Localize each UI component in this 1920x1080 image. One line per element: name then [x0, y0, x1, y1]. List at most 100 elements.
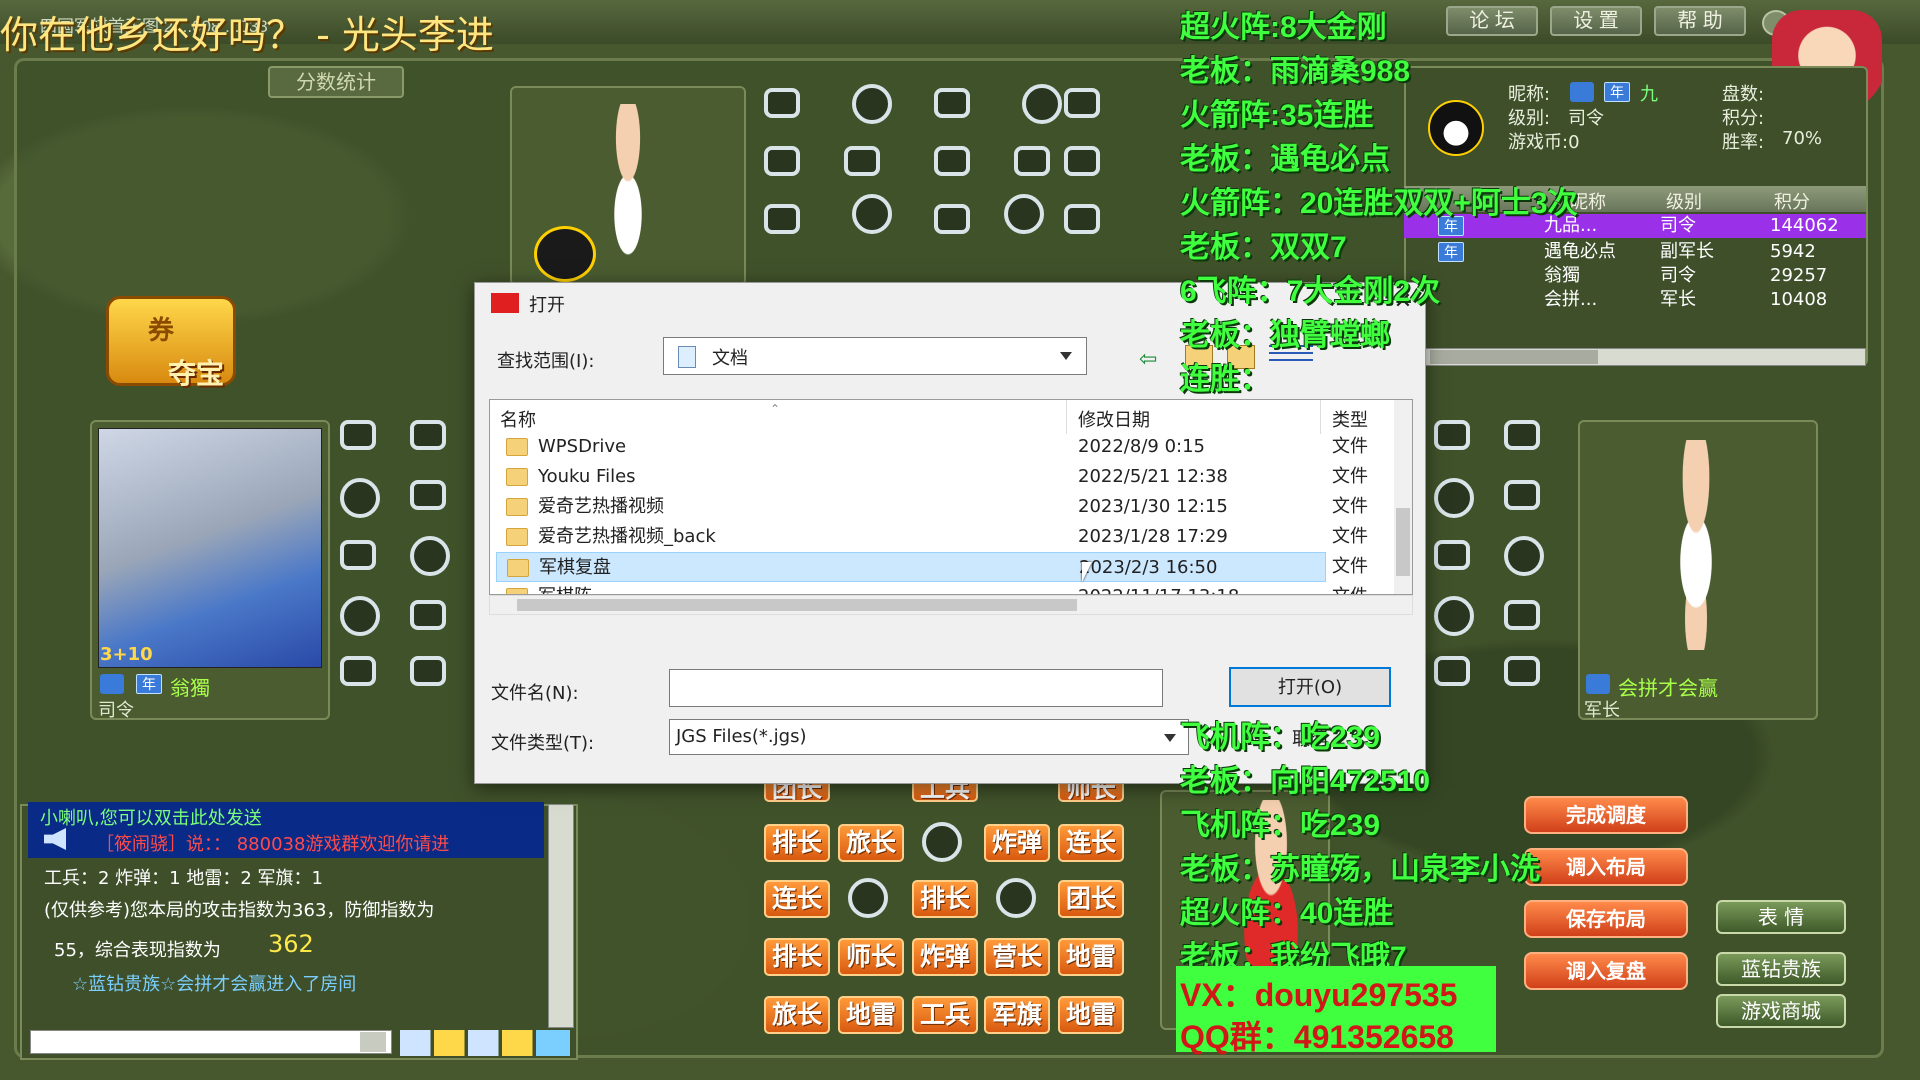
streamer-line-2: 老板：雨滴桑988 [1180, 55, 1411, 88]
filetype-value: JGS Files(*.jgs) [676, 726, 807, 747]
look-in-select[interactable]: 文档 [663, 337, 1087, 375]
load-layout-button[interactable]: 调入布局 [1524, 848, 1688, 886]
rank-row-3[interactable]: 翁獨 司令 29257 [1404, 264, 1866, 288]
board-piece[interactable]: 排长 [764, 824, 830, 862]
right-player-figure [1654, 440, 1738, 650]
board-piece[interactable]: 地雷 [1058, 938, 1124, 976]
file-row[interactable]: 爱奇艺热播视频 2023/1/30 12:15 文件 [490, 492, 1390, 522]
board-piece[interactable]: 炸弹 [984, 824, 1050, 862]
left-player-year-badge: 年 [136, 674, 162, 694]
folder-icon [506, 588, 528, 594]
board-right-side [1434, 420, 1554, 690]
winrate-label: 胜率: [1722, 132, 1765, 153]
column-divider [1066, 400, 1067, 434]
folder-icon [506, 498, 528, 516]
board-piece[interactable]: 军旗 [984, 996, 1050, 1034]
file-name: 军棋阵 [538, 582, 592, 594]
camp-node [996, 878, 1036, 918]
chat-line-1: 工兵：2 炸弹：1 地雷：2 军旗：1 [44, 868, 323, 889]
camp-node [848, 878, 888, 918]
chat-performance-value: 362 [268, 930, 314, 958]
folder-icon [506, 438, 528, 456]
column-header-type[interactable]: 类型 [1332, 406, 1368, 432]
board-piece[interactable]: 旅长 [764, 996, 830, 1034]
chat-broadcast-text: ［筱闹骁］说：： 880038游戏群欢迎你请进 [96, 834, 450, 855]
file-row[interactable]: Youku Files 2022/5/21 12:38 文件 [490, 462, 1390, 492]
file-list-hscroll-thumb[interactable] [517, 599, 1077, 611]
rank-row-score: 144062 [1770, 215, 1839, 236]
chat-dropdown-icon[interactable] [360, 1032, 386, 1052]
finish-setup-button[interactable]: 完成调度 [1524, 796, 1688, 834]
file-list-vscroll-thumb[interactable] [1396, 508, 1410, 576]
file-type: 文件 [1332, 556, 1368, 577]
board-piece[interactable]: 连长 [1058, 824, 1124, 862]
file-name: WPSDrive [538, 436, 627, 457]
chat-tool-icons[interactable] [400, 1030, 570, 1056]
chat-line-3: 55，综合表现指数为 [54, 940, 221, 961]
treasure-label: 夺宝 [168, 357, 225, 390]
board-piece[interactable]: 地雷 [1058, 996, 1124, 1034]
rank-row-4[interactable]: 会拼... 军长 10408 [1404, 288, 1866, 312]
streamer-bottom-line-3: 飞机阵：吃239 [1180, 809, 1381, 842]
game-store-button[interactable]: 游戏商城 [1716, 994, 1846, 1028]
board-piece[interactable]: 营长 [984, 938, 1050, 976]
file-row[interactable]: 军棋阵 2022/11/17 13:18 文件 [490, 582, 1390, 594]
streamer-bottom-line-2: 老板：向阳472510 [1180, 765, 1431, 798]
right-player-qq-icon [1586, 674, 1610, 694]
file-date: 2022/11/17 13:18 [1078, 582, 1239, 594]
rank-row-2[interactable]: 年 遇龟必点 副军长 5942 [1404, 240, 1866, 264]
toolbar-button-forum[interactable]: 论 坛 [1446, 6, 1538, 36]
file-type: 文件 [1332, 466, 1368, 487]
folder-icon [506, 528, 528, 546]
profile-year-badge: 年 [1604, 82, 1630, 102]
open-file-dialog: 打开 ✕ 查找范围(I): 文档 ⇦ 名称 ⌃ 修改日期 类型 WPSDrive… [474, 282, 1426, 784]
file-row[interactable]: WPSDrive 2022/8/9 0:15 文件 [490, 432, 1390, 462]
file-date: 2023/1/30 12:15 [1078, 496, 1228, 517]
chat-input[interactable] [30, 1030, 392, 1054]
toolbar-button-settings[interactable]: 设 置 [1550, 6, 1642, 36]
back-arrow-icon[interactable]: ⇦ [1139, 347, 1157, 372]
chat-line-2: (仅供参考)您本局的攻击指数为363，防御指数为 [44, 900, 435, 921]
penguin-pet-icon [534, 226, 596, 282]
document-folder-icon [678, 346, 696, 368]
board-piece[interactable]: 炸弹 [912, 938, 978, 976]
load-replay-button[interactable]: 调入复盘 [1524, 952, 1688, 990]
streamer-line-3: 火箭阵:35连胜 [1180, 99, 1374, 132]
chevron-down-icon[interactable] [1164, 734, 1176, 742]
streamer-bottom-line-4: 老板：苏瞳殇，山泉李小洗 [1180, 853, 1540, 886]
board-piece[interactable]: 排长 [764, 938, 830, 976]
column-header-name[interactable]: 名称 [500, 406, 536, 432]
toolbar-button-help[interactable]: 帮 助 [1654, 6, 1746, 36]
emoji-button[interactable]: 表 情 [1716, 900, 1846, 934]
board-left-side [340, 420, 460, 690]
save-layout-button[interactable]: 保存布局 [1524, 900, 1688, 938]
board-piece[interactable]: 团长 [1058, 880, 1124, 918]
streamer-line-1: 超火阵:8大金刚 [1180, 11, 1387, 44]
chat-hint[interactable]: 小喇叭,您可以双击此处发送 [40, 804, 560, 830]
open-button[interactable]: 打开(O) [1229, 667, 1391, 707]
rank-row-name: 遇龟必点 [1544, 241, 1616, 262]
rank-row-score: 29257 [1770, 265, 1828, 286]
board-piece[interactable]: 工兵 [912, 996, 978, 1034]
column-header-date[interactable]: 修改日期 [1078, 406, 1150, 432]
left-player-name: 翁獨 [170, 676, 210, 700]
rank-row-score: 10408 [1770, 289, 1828, 310]
board-piece[interactable]: 排长 [912, 880, 978, 918]
file-row[interactable]: 爱奇艺热播视频_back 2023/1/28 17:29 文件 [490, 522, 1390, 552]
board-piece[interactable]: 师长 [838, 938, 904, 976]
filename-input[interactable] [669, 669, 1163, 707]
board-piece[interactable]: 连长 [764, 880, 830, 918]
score-stats-button[interactable]: 分数统计 [268, 66, 404, 98]
streamer-bottom-line-5: 超火阵：40连胜 [1180, 897, 1394, 930]
blue-diamond-button[interactable]: 蓝钻贵族 [1716, 952, 1846, 986]
filetype-select[interactable]: JGS Files(*.jgs) [669, 719, 1189, 755]
board-piece[interactable]: 地雷 [838, 996, 904, 1034]
rank-scroll-thumb[interactable] [1430, 350, 1598, 364]
board-piece[interactable]: 旅长 [838, 824, 904, 862]
chat-scrollbar[interactable] [548, 804, 574, 1028]
column-divider [1320, 400, 1321, 434]
chevron-down-icon[interactable] [1060, 352, 1072, 360]
top-player-figure [590, 104, 666, 274]
file-row-selected[interactable]: 军棋复盘 2023/2/3 16:50 [496, 552, 1326, 582]
dialog-title: 打开 [529, 295, 565, 316]
